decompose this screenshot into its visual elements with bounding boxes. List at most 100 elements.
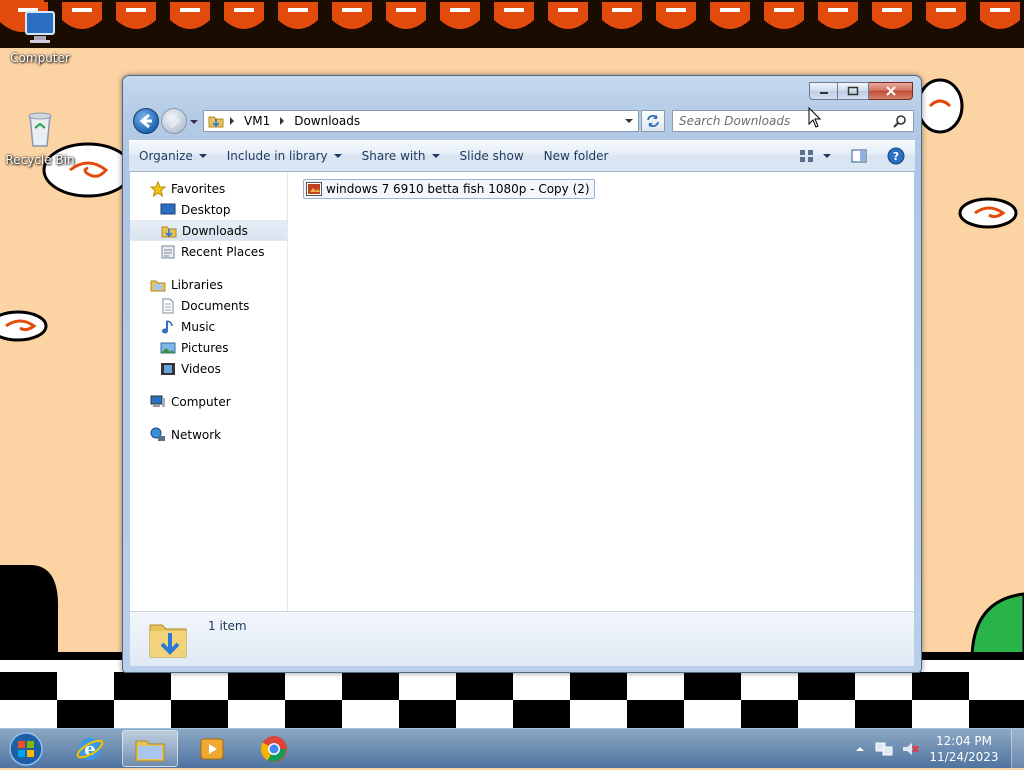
command-bar-right: ? bbox=[789, 141, 915, 171]
search-icon[interactable] bbox=[893, 114, 907, 128]
svg-text:?: ? bbox=[893, 150, 899, 163]
videos-icon bbox=[161, 362, 175, 375]
refresh-icon bbox=[647, 115, 659, 127]
maximize-button[interactable] bbox=[837, 82, 869, 100]
taskbar: e 12:04 PM 11/24/2023 bbox=[0, 728, 1024, 769]
nav-favorites[interactable]: Favorites bbox=[130, 178, 287, 199]
computer-group: Computer bbox=[130, 391, 287, 412]
item-count: 1 item bbox=[208, 619, 247, 633]
network-tray-icon[interactable] bbox=[875, 741, 893, 757]
nav-label: Libraries bbox=[171, 277, 223, 292]
nav-label: Music bbox=[181, 319, 216, 334]
clock-date: 11/24/2023 bbox=[929, 750, 999, 764]
back-arrow-icon bbox=[139, 113, 152, 129]
clock[interactable]: 12:04 PM 11/24/2023 bbox=[929, 733, 999, 765]
file-item[interactable]: windows 7 6910 betta fish 1080p - Copy (… bbox=[303, 179, 595, 199]
star-icon bbox=[150, 180, 166, 197]
file-list: windows 7 6910 betta fish 1080p - Copy (… bbox=[288, 172, 914, 612]
folder-icon bbox=[208, 113, 224, 129]
slide-show-label: Slide show bbox=[459, 149, 524, 163]
nav-computer[interactable]: Computer bbox=[130, 391, 287, 412]
address-dropdown[interactable] bbox=[620, 111, 638, 131]
nav-label: Documents bbox=[181, 298, 250, 313]
volume-muted-icon[interactable] bbox=[901, 741, 919, 757]
nav-label: Pictures bbox=[181, 340, 229, 355]
search-input[interactable] bbox=[673, 113, 891, 129]
taskbar-media-player[interactable] bbox=[184, 730, 240, 767]
desktop-icon-computer[interactable]: Computer bbox=[0, 8, 80, 65]
navigation-pane: Favorites Desktop Downloads Recent Place… bbox=[130, 172, 288, 612]
nav-label: Network bbox=[171, 427, 222, 442]
breadcrumb-downloads[interactable]: Downloads bbox=[290, 114, 364, 128]
chevron-down-icon bbox=[625, 119, 633, 123]
new-folder-label: New folder bbox=[543, 149, 609, 163]
show-desktop-button[interactable] bbox=[1011, 729, 1024, 769]
help-icon: ? bbox=[887, 147, 905, 165]
address-bar[interactable]: VM1 Downloads bbox=[203, 110, 639, 132]
help-button[interactable]: ? bbox=[877, 141, 915, 171]
close-icon bbox=[885, 86, 896, 96]
taskbar-windows-explorer[interactable] bbox=[122, 730, 178, 767]
change-view-button[interactable] bbox=[789, 141, 841, 171]
explorer-window: VM1 Downloads Organize Include in librar… bbox=[122, 75, 922, 673]
organize-label: Organize bbox=[139, 149, 193, 163]
preview-pane-button[interactable] bbox=[841, 141, 877, 171]
minimize-icon bbox=[819, 92, 828, 94]
minimize-button[interactable] bbox=[809, 82, 837, 100]
chevron-down-icon bbox=[333, 154, 342, 158]
desktop-icon-label: Recycle Bin bbox=[5, 153, 75, 167]
nav-label: Recent Places bbox=[181, 244, 265, 259]
image-file-icon bbox=[306, 182, 322, 196]
breadcrumb-vm1[interactable]: VM1 bbox=[240, 114, 274, 128]
nav-downloads[interactable]: Downloads bbox=[130, 220, 287, 241]
nav-libraries[interactable]: Libraries bbox=[130, 274, 287, 295]
internet-explorer-icon: e bbox=[76, 737, 104, 760]
restore-icon bbox=[847, 86, 859, 96]
recent-pages-button[interactable] bbox=[189, 114, 199, 128]
file-name: windows 7 6910 betta fish 1080p - Copy (… bbox=[326, 182, 590, 196]
computer-icon bbox=[150, 395, 165, 407]
start-button[interactable] bbox=[6, 731, 46, 767]
recycle-bin-icon bbox=[20, 110, 60, 150]
command-bar: Organize Include in library Share with S… bbox=[129, 140, 915, 172]
share-with-label: Share with bbox=[361, 149, 426, 163]
music-icon bbox=[162, 319, 173, 333]
close-button[interactable] bbox=[869, 82, 913, 100]
show-hidden-icons-button[interactable] bbox=[855, 744, 865, 754]
forward-arrow-icon bbox=[170, 113, 181, 129]
refresh-button[interactable] bbox=[641, 110, 665, 132]
nav-pictures[interactable]: Pictures bbox=[130, 337, 287, 358]
slide-show-button[interactable]: Slide show bbox=[450, 141, 534, 171]
new-folder-button[interactable]: New folder bbox=[534, 141, 619, 171]
nav-label: Favorites bbox=[171, 181, 226, 196]
nav-documents[interactable]: Documents bbox=[130, 295, 287, 316]
media-player-icon bbox=[200, 738, 224, 759]
navigation-bar: VM1 Downloads bbox=[131, 106, 914, 136]
network-icon bbox=[150, 427, 165, 441]
nav-label: Computer bbox=[171, 394, 231, 409]
organize-menu[interactable]: Organize bbox=[129, 141, 217, 171]
share-with-menu[interactable]: Share with bbox=[352, 141, 450, 171]
desktop-icon-recycle-bin[interactable]: Recycle Bin bbox=[0, 110, 80, 167]
chevron-down-icon bbox=[431, 154, 440, 158]
include-in-library-menu[interactable]: Include in library bbox=[217, 141, 352, 171]
details-pane: 1 item bbox=[130, 611, 914, 666]
nav-desktop[interactable]: Desktop bbox=[130, 199, 287, 220]
nav-recent-places[interactable]: Recent Places bbox=[130, 241, 287, 262]
nav-music[interactable]: Music bbox=[130, 316, 287, 337]
chevron-down-icon bbox=[823, 154, 831, 158]
view-options-icon bbox=[800, 150, 813, 162]
recent-places-icon bbox=[161, 245, 175, 258]
nav-network[interactable]: Network bbox=[130, 424, 287, 445]
back-button[interactable] bbox=[133, 108, 159, 134]
taskbar-internet-explorer[interactable]: e bbox=[62, 730, 118, 767]
taskbar-chrome[interactable] bbox=[246, 730, 302, 767]
downloads-folder-icon bbox=[149, 624, 187, 658]
forward-button[interactable] bbox=[161, 108, 187, 134]
nav-videos[interactable]: Videos bbox=[130, 358, 287, 379]
chevron-up-icon bbox=[856, 747, 864, 751]
network-group: Network bbox=[130, 424, 287, 445]
windows-logo-icon bbox=[9, 732, 43, 766]
breadcrumb-separator bbox=[230, 117, 234, 125]
libraries-icon bbox=[150, 280, 166, 291]
